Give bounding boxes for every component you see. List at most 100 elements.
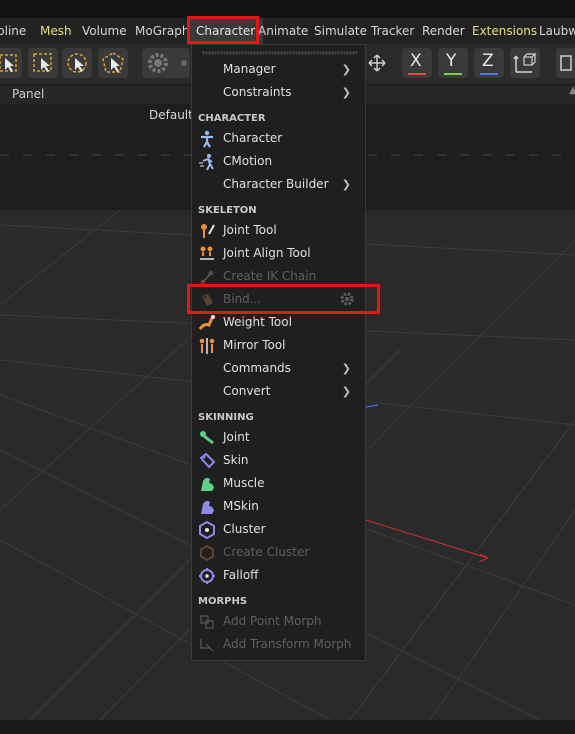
submenu-arrow-icon: ❯ <box>341 63 351 76</box>
x-axis-label: X <box>410 51 422 71</box>
highlight-box-character-menu <box>187 16 259 44</box>
x-axis-lock-button[interactable]: X <box>402 48 432 78</box>
submenu-arrow-icon: ❯ <box>341 86 351 99</box>
menu-item-label: Joint Tool <box>223 223 277 237</box>
menu-item-joint-align-tool[interactable]: Joint Align Tool <box>192 242 365 265</box>
skin-icon <box>199 452 216 469</box>
menu-item-manager[interactable]: Manager ❯ <box>192 58 365 81</box>
bottom-strip <box>0 720 575 734</box>
falloff-icon <box>199 568 215 584</box>
section-header-character: CHARACTER <box>198 113 266 124</box>
submenu-arrow-icon: ❯ <box>341 385 351 398</box>
x-axis-underline <box>408 73 426 75</box>
move-arrows-icon <box>368 54 386 72</box>
coordinate-system-icon <box>513 53 537 73</box>
mskin-icon <box>201 500 214 514</box>
muscle-icon <box>201 477 214 491</box>
expand-arrow-icon: ▲ <box>569 85 575 96</box>
menu-item-label: Mirror Tool <box>223 338 286 352</box>
y-axis-lock-button[interactable]: Y <box>438 48 468 78</box>
cluster-icon <box>199 521 215 539</box>
menu-item-label: Add Transform Morph <box>223 637 352 651</box>
menu-item-convert[interactable]: Convert ❯ <box>192 380 365 403</box>
menu-item-label: Character <box>223 131 283 145</box>
menu-item-commands[interactable]: Commands ❯ <box>192 357 365 380</box>
menu-render[interactable]: Render <box>422 18 465 44</box>
submenu-arrow-icon: ❯ <box>341 178 351 191</box>
menu-item-label: Create Cluster <box>223 545 310 559</box>
menu-item-cluster[interactable]: Cluster <box>192 518 365 541</box>
move-tool-button[interactable] <box>366 48 388 78</box>
section-header-skinning: SKINNING <box>198 412 254 423</box>
y-axis-label: Y <box>446 51 457 71</box>
menu-mograph[interactable]: MoGraph <box>135 18 190 44</box>
selection-tool-button[interactable] <box>0 48 22 78</box>
render-icon <box>560 55 572 71</box>
menu-tearoff-grip[interactable] <box>202 51 357 55</box>
section-header-morphs: MORPHS <box>198 596 248 607</box>
joint-tool-icon <box>201 224 215 238</box>
menu-animate[interactable]: Animate <box>258 18 308 44</box>
menu-item-label: Weight Tool <box>223 315 292 329</box>
menu-mesh[interactable]: Mesh <box>40 18 72 44</box>
menu-item-falloff[interactable]: Falloff <box>192 564 365 587</box>
menu-item-label: MSkin <box>223 499 259 513</box>
rect-selection-icon <box>33 53 52 72</box>
menu-simulate[interactable]: Simulate <box>314 18 367 44</box>
menu-item-mirror-tool[interactable]: Mirror Tool <box>192 334 365 357</box>
submenu-arrow-icon: ❯ <box>341 362 351 375</box>
menu-item-muscle[interactable]: Muscle <box>192 472 365 495</box>
menu-item-label: Joint Align Tool <box>223 246 311 260</box>
polygon-selection-icon <box>102 52 124 73</box>
character-menu: Manager ❯ Constraints ❯ CHARACTER Charac… <box>191 44 366 661</box>
snapping-button[interactable] <box>142 48 190 78</box>
menu-item-joint-tool[interactable]: Joint Tool <box>192 219 365 242</box>
joint-icon <box>200 431 214 445</box>
gear-icon <box>148 53 187 73</box>
menu-item-mskin[interactable]: MSkin <box>192 495 365 518</box>
menu-item-label: Character Builder <box>223 177 329 191</box>
menu-item-skin[interactable]: Skin <box>192 449 365 472</box>
menu-item-label: Convert <box>223 384 271 398</box>
menu-item-character-builder[interactable]: Character Builder ❯ <box>192 173 365 196</box>
menu-spline[interactable]: pline <box>0 18 26 44</box>
menu-item-label: Commands <box>223 361 291 375</box>
z-axis-underline <box>480 73 498 75</box>
menu-item-weight-tool[interactable]: Weight Tool <box>192 311 365 334</box>
menu-item-cmotion[interactable]: CMotion <box>192 150 365 173</box>
menu-item-constraints[interactable]: Constraints ❯ <box>192 81 365 104</box>
menu-item-label: Manager <box>223 62 276 76</box>
point-morph-icon <box>200 615 214 629</box>
menu-item-label: Falloff <box>223 568 259 582</box>
menu-item-add-point-morph: Add Point Morph <box>192 610 365 633</box>
render-settings-button[interactable] <box>556 48 575 78</box>
main-menubar: pline Mesh Volume MoGraph Character Anim… <box>0 18 575 44</box>
menu-item-label: Joint <box>223 430 250 444</box>
menu-item-joint[interactable]: Joint <box>192 426 365 449</box>
section-header-skeleton: SKELETON <box>198 205 257 216</box>
menu-tracker[interactable]: Tracker <box>371 18 414 44</box>
menu-laubwerk[interactable]: Laubwe <box>539 18 575 44</box>
title-strip <box>0 0 575 18</box>
panel-menu[interactable]: Panel <box>12 87 44 101</box>
menu-item-label: Cluster <box>223 522 266 536</box>
character-icon <box>201 130 213 148</box>
rect-selection-button[interactable] <box>28 48 58 78</box>
menu-volume[interactable]: Volume <box>82 18 127 44</box>
create-cluster-icon <box>200 544 214 562</box>
live-selection-icon <box>0 54 17 72</box>
z-axis-label: Z <box>482 51 494 71</box>
lasso-selection-button[interactable] <box>62 48 92 78</box>
menu-item-label: Skin <box>223 453 249 467</box>
joint-align-tool-icon <box>200 246 214 260</box>
cmotion-icon <box>199 154 214 171</box>
menu-extensions[interactable]: Extensions <box>472 18 537 44</box>
coordinate-system-button[interactable] <box>510 48 540 78</box>
menu-item-label: Add Point Morph <box>223 614 322 628</box>
menu-item-create-cluster: Create Cluster <box>192 541 365 564</box>
menu-item-character[interactable]: Character <box>192 127 365 150</box>
z-axis-lock-button[interactable]: Z <box>474 48 504 78</box>
polygon-selection-button[interactable] <box>98 48 128 78</box>
menu-item-label: CMotion <box>223 154 273 168</box>
menu-item-label: Constraints <box>223 85 292 99</box>
